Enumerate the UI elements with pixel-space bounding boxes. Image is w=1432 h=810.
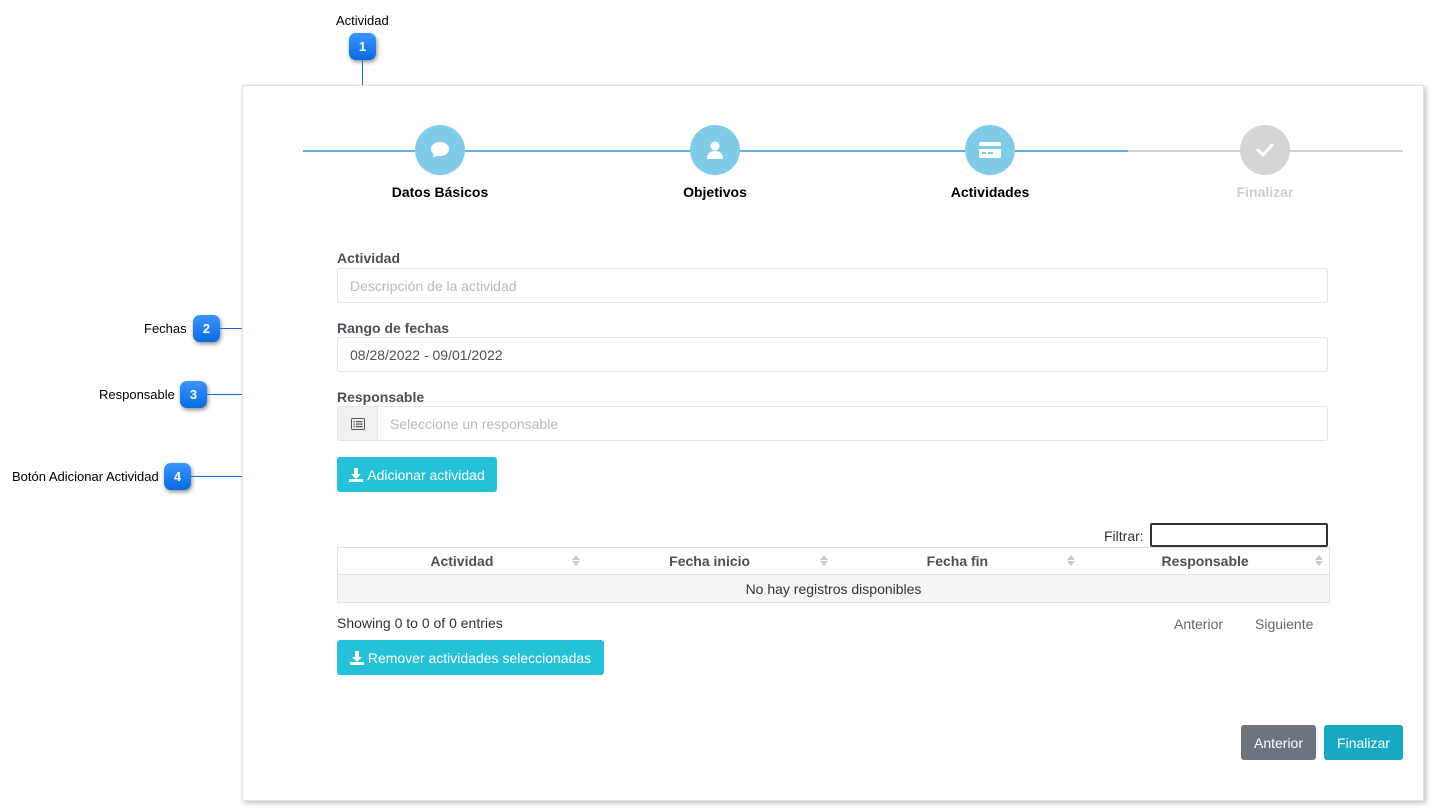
- download-icon: [349, 467, 364, 482]
- callout-3-badge: 3: [180, 381, 207, 408]
- adicionar-actividad-label: Adicionar actividad: [367, 466, 485, 483]
- sort-icon: [1067, 555, 1076, 566]
- step-label-datos-basicos: Datos Básicos: [391, 184, 489, 200]
- anterior-button[interactable]: Anterior: [1241, 725, 1316, 760]
- callout-2-badge: 2: [193, 315, 220, 342]
- column-fecha-fin[interactable]: Fecha fin: [834, 548, 1082, 574]
- callout-1-label: Actividad: [336, 13, 389, 28]
- step-finalizar[interactable]: [1240, 125, 1290, 175]
- column-fecha-inicio[interactable]: Fecha inicio: [586, 548, 834, 574]
- filter-label: Filtrar:: [1104, 528, 1144, 544]
- sort-icon: [819, 555, 828, 566]
- pagination-previous[interactable]: Anterior: [1174, 616, 1223, 632]
- check-icon: [1256, 143, 1274, 157]
- rango-fechas-input[interactable]: 08/28/2022 - 09/01/2022: [337, 337, 1328, 372]
- credit-card-icon: [979, 142, 1001, 158]
- table-header: Actividad Fecha inicio Fecha fin Respons…: [338, 548, 1329, 575]
- column-fecha-fin-label: Fecha fin: [926, 553, 989, 569]
- column-actividad-label: Actividad: [430, 553, 494, 569]
- filter-input[interactable]: [1150, 523, 1328, 547]
- callout-3-label: Responsable: [99, 387, 175, 402]
- comment-icon: [431, 142, 449, 158]
- empty-row: No hay registros disponibles: [338, 575, 1329, 602]
- callout-4-badge: 4: [164, 463, 191, 490]
- column-actividad[interactable]: Actividad: [338, 548, 586, 574]
- pagination-next[interactable]: Siguiente: [1255, 616, 1313, 632]
- download-icon: [349, 650, 364, 665]
- column-fecha-inicio-label: Fecha inicio: [669, 553, 751, 569]
- responsable-label: Responsable: [337, 389, 425, 405]
- adicionar-actividad-button[interactable]: Adicionar actividad: [337, 457, 497, 492]
- step-datos-basicos[interactable]: [415, 125, 465, 175]
- responsable-select[interactable]: Seleccione un responsable: [377, 406, 1328, 441]
- finalizar-button[interactable]: Finalizar: [1324, 725, 1403, 760]
- rango-fechas-label: Rango de fechas: [337, 320, 450, 336]
- actividad-input[interactable]: Descripción de la actividad: [337, 268, 1328, 303]
- step-label-finalizar: Finalizar: [1236, 184, 1294, 200]
- sort-icon: [571, 555, 580, 566]
- column-responsable-label: Responsable: [1161, 553, 1249, 569]
- step-objetivos[interactable]: [690, 125, 740, 175]
- callout-1-badge: 1: [349, 33, 376, 60]
- step-actividades[interactable]: [965, 125, 1015, 175]
- remover-actividades-button[interactable]: Remover actividades seleccionadas: [337, 640, 604, 675]
- callout-2-label: Fechas: [144, 321, 187, 336]
- actividad-label: Actividad: [337, 250, 401, 266]
- actividades-table: Actividad Fecha inicio Fecha fin Respons…: [337, 547, 1330, 603]
- callout-4-label: Botón Adicionar Actividad: [12, 469, 159, 484]
- table-info: Showing 0 to 0 of 0 entries: [337, 615, 503, 631]
- list-icon: [350, 417, 365, 430]
- responsable-addon[interactable]: [337, 406, 378, 441]
- column-responsable[interactable]: Responsable: [1081, 548, 1329, 574]
- sort-icon: [1315, 555, 1323, 566]
- step-label-actividades: Actividades: [950, 184, 1030, 200]
- remover-actividades-label: Remover actividades seleccionadas: [367, 649, 592, 666]
- user-icon: [707, 141, 723, 159]
- step-label-objetivos: Objetivos: [683, 184, 747, 200]
